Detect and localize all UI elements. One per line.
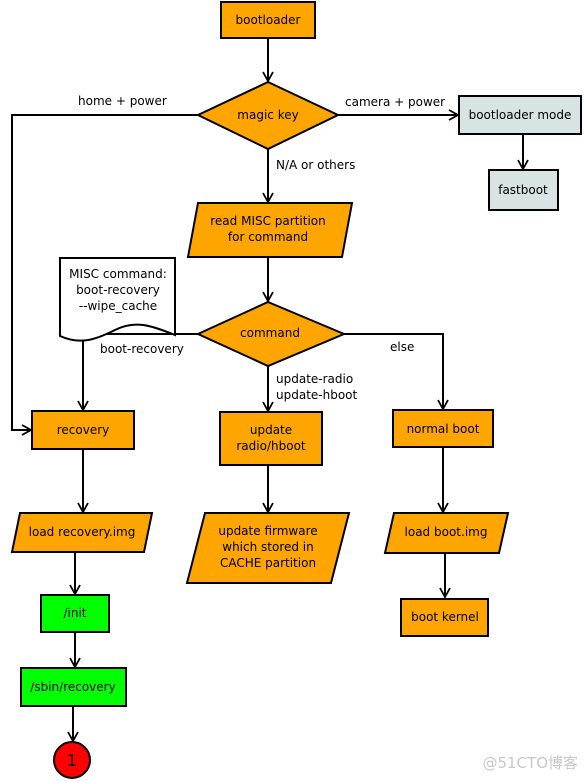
node-load-boot-label: load boot.img — [405, 525, 488, 539]
node-read-misc-line1: read MISC partition — [210, 214, 325, 228]
flowchart: home + power camera + power N/A or other… — [0, 0, 584, 781]
misc-note-line1: MISC command: — [69, 267, 167, 281]
node-firmware-line2: which stored in — [222, 540, 314, 554]
node-bootloader-mode-label: bootloader mode — [469, 108, 572, 122]
node-firmware-line3: CACHE partition — [220, 556, 316, 570]
node-init-label: /init — [63, 606, 86, 620]
node-bootloader-label: bootloader — [236, 13, 301, 27]
misc-note-line3: --wipe_cache — [79, 299, 157, 313]
node-connector-label: 1 — [67, 751, 77, 770]
node-read-misc-line2: for command — [228, 230, 308, 244]
node-fastboot-label: fastboot — [498, 183, 548, 197]
node-update-line2: radio/hboot — [236, 439, 306, 453]
node-normal-boot-label: normal boot — [407, 422, 480, 436]
node-firmware-line1: update firmware — [218, 524, 317, 538]
node-load-recovery-label: load recovery.img — [29, 525, 136, 539]
node-boot-kernel-label: boot kernel — [411, 610, 479, 624]
label-camera-power: camera + power — [345, 95, 445, 109]
label-na-others: N/A or others — [276, 158, 355, 172]
node-recovery-label: recovery — [57, 423, 110, 437]
flowchart-canvas: home + power camera + power N/A or other… — [10, 1, 582, 779]
label-boot-recovery: boot-recovery — [100, 342, 184, 356]
label-update-radio: update-radio — [276, 372, 353, 386]
node-sbin-recovery-label: /sbin/recovery — [30, 680, 115, 694]
node-magic-key-label: magic key — [237, 108, 298, 122]
label-home-power: home + power — [78, 94, 167, 108]
watermark: @51CTO博客 — [482, 754, 578, 772]
misc-note-line2: boot-recovery — [76, 283, 160, 297]
label-else: else — [390, 340, 414, 354]
node-update-line1: update — [250, 423, 292, 437]
label-update-hboot: update-hboot — [276, 388, 358, 402]
node-command-label: command — [240, 326, 300, 340]
